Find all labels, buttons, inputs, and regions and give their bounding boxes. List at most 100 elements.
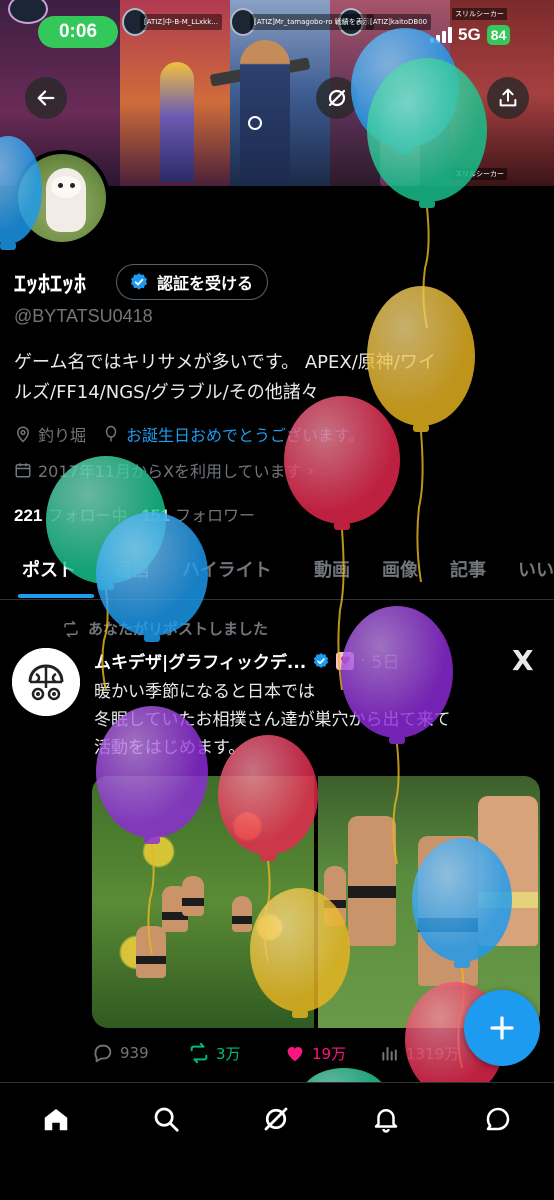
bottom-navigation: [0, 1082, 554, 1200]
status-indicators: 5G 84: [430, 24, 511, 46]
chat-bubble-icon: [486, 1107, 510, 1131]
following-count: 221: [14, 506, 43, 525]
followers-count: 151: [141, 506, 170, 525]
grok-icon: [328, 89, 346, 107]
sumo-wrestler: [324, 866, 346, 926]
sumo-wrestler: [136, 926, 166, 978]
following-label: フォロー中: [47, 506, 128, 525]
banner-game-label: スリルシーカー: [452, 8, 507, 20]
tab-images[interactable]: 画像: [382, 556, 418, 582]
home-icon: [44, 1109, 68, 1131]
sumo-wrestler: [348, 816, 396, 946]
sumo-wrestler: [182, 876, 204, 916]
banner-player-tag: [ATIZ]kaitoDB00: [366, 14, 432, 30]
location-pin-icon: [16, 426, 30, 443]
status-time: 0:06: [38, 16, 118, 48]
tweet-text: 暖かい季節になると日本では 冬眠していたお相撲さん達が巣穴から出て来て 活動をは…: [94, 678, 534, 762]
like-count: 19万: [312, 1044, 347, 1063]
repost-label: あなたがリポストしました: [88, 620, 269, 638]
owl-face: [51, 176, 81, 198]
nav-home[interactable]: [36, 1099, 76, 1139]
battery-icon: 84: [486, 25, 511, 45]
like-button[interactable]: 19万: [284, 1042, 380, 1064]
heart-badge-icon: ♥: [336, 651, 355, 670]
tweet-date-separator: ·: [360, 650, 366, 671]
banner-player-tag: [ATIZ]中-B-M_LLxkk...: [140, 14, 222, 30]
reply-icon: [94, 1044, 112, 1063]
back-button[interactable]: [25, 77, 67, 119]
location-text: 釣り堀: [38, 426, 87, 445]
profile-meta: 釣り堀 お誕生日おめでとうございます。: [14, 422, 364, 446]
tab-replies[interactable]: 返信: [114, 556, 150, 582]
signal-icon: [430, 27, 452, 43]
owl-eye: [70, 183, 75, 188]
views-count: 1319万: [406, 1044, 460, 1063]
tab-articles[interactable]: 記事: [450, 556, 486, 582]
profile-bio: ゲーム名ではキリサメが多いです。 APEX/原神/ワイ ルズ/FF14/NGS/…: [14, 348, 544, 408]
owl-eye: [58, 183, 63, 188]
views-chart-icon: [382, 1047, 397, 1061]
banner-player-tag: [ATIZ]Mr_tamagobo-ro 戦績を表示: [250, 14, 374, 30]
bio-line: ゲーム名ではキリサメが多いです。 APEX/原神/ワイ: [14, 352, 436, 373]
profile-tabs: ポスト 返信 ハイライト 動画 画像 記事 いい: [0, 544, 554, 600]
repost-button[interactable]: 3万: [188, 1042, 284, 1064]
banner-character: [240, 40, 290, 186]
tweet-text-line: 冬眠していたお相撲さん達が巣穴から出て来て: [94, 710, 451, 730]
tweet-image[interactable]: [92, 776, 314, 1028]
nav-notifications[interactable]: [366, 1099, 406, 1139]
sumo-wrestler: [478, 796, 538, 946]
followers-label: フォロワー: [174, 506, 255, 525]
user-handle: @BYTATSU0418: [14, 306, 153, 326]
plus-icon: [490, 1016, 514, 1040]
birthday-link[interactable]: お誕生日おめでとうございます。: [126, 422, 364, 446]
balloon-icon: [105, 425, 117, 442]
tab-posts[interactable]: ポスト: [22, 556, 76, 582]
balloon: [367, 286, 475, 583]
tweet-date: 5日: [371, 653, 400, 673]
sumo-wrestler: [232, 896, 252, 932]
display-name: ｴｯﾎｴｯﾎ: [14, 270, 86, 298]
repost-count: 3万: [216, 1044, 241, 1063]
nav-search[interactable]: [146, 1099, 186, 1139]
joined-text: 2017年11月からXを利用しています: [38, 462, 302, 481]
grok-icon: [264, 1107, 288, 1131]
profile-avatar[interactable]: [14, 150, 110, 246]
verified-badge-icon: [314, 652, 329, 668]
grok-button[interactable]: [316, 77, 358, 119]
views-button[interactable]: 1319万: [380, 1043, 476, 1064]
get-verified-button[interactable]: 認証を受ける: [116, 264, 269, 300]
reply-button[interactable]: 939: [92, 1042, 188, 1064]
followers-link[interactable]: 151 フォロワー: [141, 502, 254, 526]
get-verified-label: 認証を受ける: [157, 274, 254, 293]
compose-post-button[interactable]: [464, 990, 540, 1066]
reply-count: 939: [120, 1044, 149, 1062]
tweet-media[interactable]: [92, 776, 540, 1028]
joined-date[interactable]: 2017年11月からXを利用しています ›: [14, 458, 314, 482]
verified-badge-icon: [131, 273, 147, 290]
calendar-icon: [15, 463, 31, 478]
tab-highlights[interactable]: ハイライト: [182, 556, 272, 582]
banner-character: [160, 62, 194, 182]
tweet-author-avatar[interactable]: [12, 648, 80, 716]
repost-icon: [190, 1042, 208, 1064]
banner-game-label: スリルシーカー: [452, 168, 507, 180]
bell-icon: [374, 1109, 398, 1133]
share-icon: [499, 88, 517, 107]
following-link[interactable]: 221 フォロー中: [14, 502, 127, 526]
nav-grok[interactable]: [256, 1099, 296, 1139]
network-type: 5G: [458, 25, 481, 44]
tab-videos[interactable]: 動画: [314, 556, 350, 582]
x-logo-icon[interactable]: X: [512, 644, 534, 677]
chevron-right-icon: ›: [307, 460, 314, 480]
repost-icon: [64, 620, 78, 637]
back-arrow-icon: [37, 90, 55, 106]
tweet-header: ムキデザ|グラフィックデ... ♥ · 5日: [94, 648, 400, 674]
nav-messages[interactable]: [478, 1099, 518, 1139]
bio-line: ルズ/FF14/NGS/グラブル/その他諸々: [14, 382, 319, 403]
share-button[interactable]: [487, 77, 529, 119]
banner-character: [380, 100, 420, 186]
tweet-author-name[interactable]: ムキデザ|グラフィックデ...: [94, 648, 306, 673]
brain-logo-icon: [12, 648, 80, 716]
repost-indicator: あなたがリポストしました: [62, 618, 268, 639]
tab-likes[interactable]: いい: [518, 556, 554, 582]
